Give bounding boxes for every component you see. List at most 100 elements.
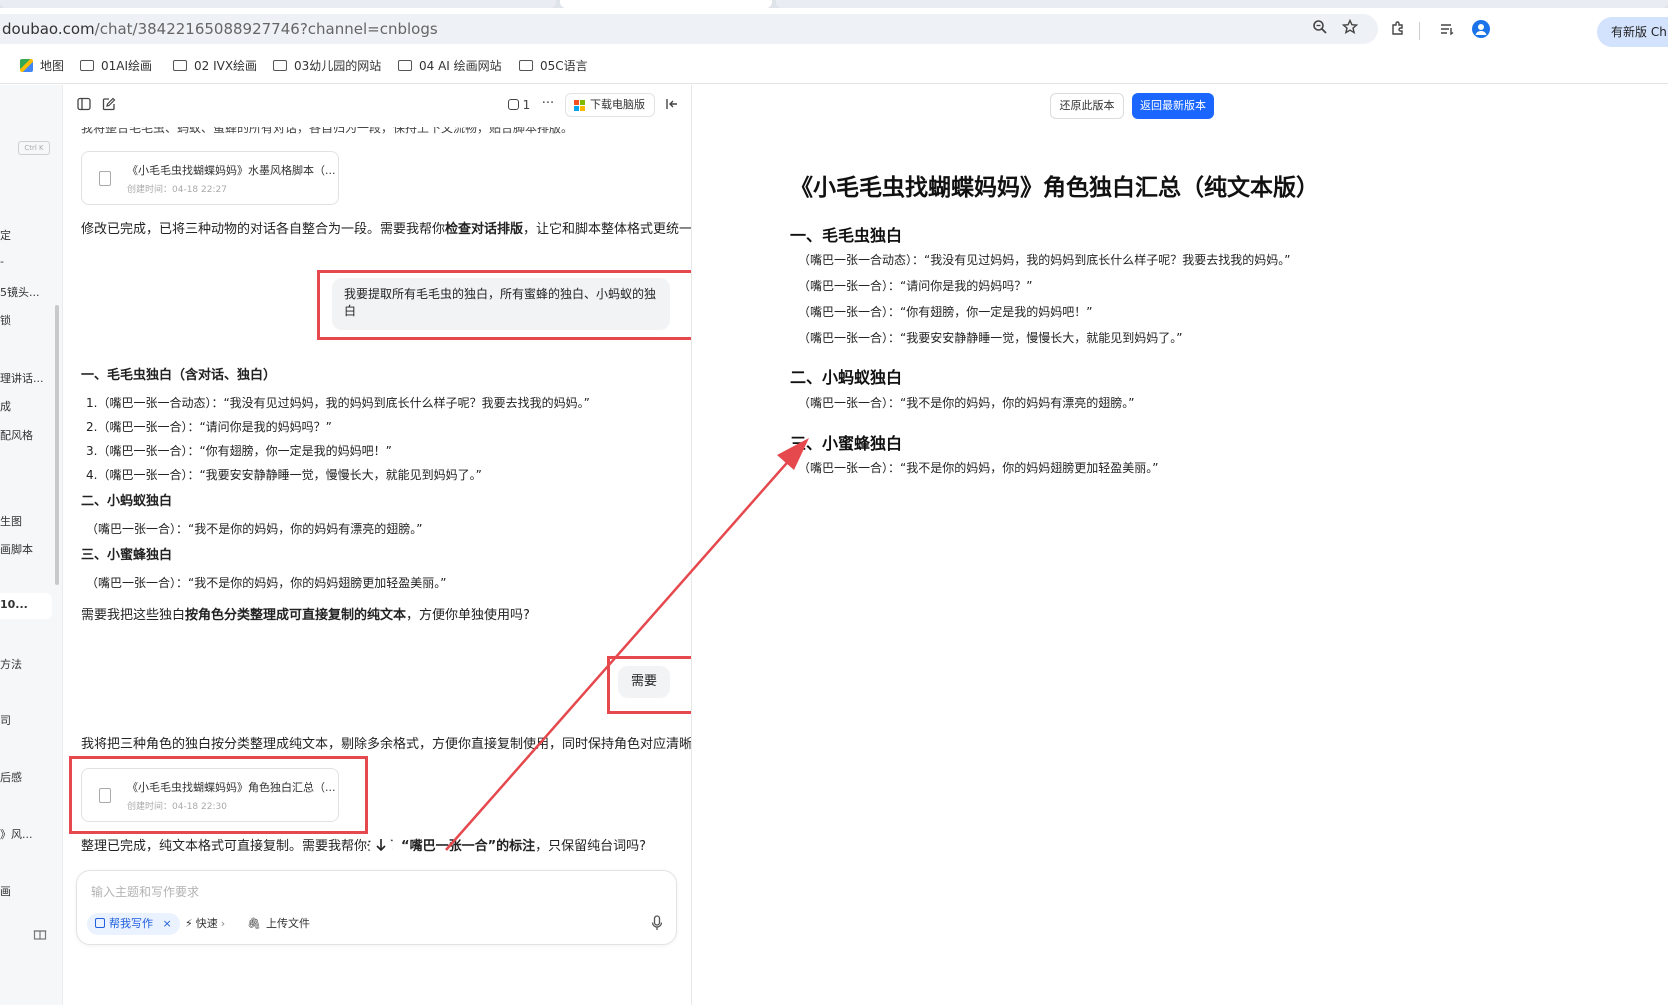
- annotation-box-document-card: [69, 756, 368, 834]
- history-sidebar: Ctrl K 定 - 5镜头... 锁 理讲话... 成 配风格 生图 画脚本 …: [0, 85, 63, 1005]
- tab-strip: [0, 0, 1668, 8]
- chevron-right-icon: ›: [220, 917, 226, 930]
- document-viewer: 还原此版本 返回最新版本 《小毛毛虫找蝴蝶妈妈》角色独白汇总（纯文本版） 一、毛…: [692, 85, 1668, 1005]
- history-item[interactable]: 配风格: [0, 427, 33, 443]
- bookmark-folder-03[interactable]: 03幼儿园的网站: [273, 57, 381, 75]
- message-text: ，让它和脚本整体格式更统一吗?: [523, 222, 692, 237]
- new-version-button[interactable]: 有新版 Ch: [1597, 17, 1668, 47]
- bookmark-label: 02 IVX绘画: [194, 59, 258, 73]
- history-item[interactable]: 生图: [0, 513, 22, 529]
- sidebar-scrollbar[interactable]: [55, 305, 59, 585]
- browser-tab-active[interactable]: [560, 0, 772, 8]
- card-date: 创建时间：04-18 22:27: [127, 185, 227, 195]
- list-item: 3.（嘴巴一张一合）：“你有翅膀，你一定是我的妈妈吧！”: [86, 444, 392, 458]
- document-line: （嘴巴一张一合动态）：“我没有见过妈妈，我的妈妈到底长什么样子呢？我要去找我的妈…: [798, 253, 1291, 267]
- bookmark-star-icon[interactable]: [1340, 18, 1360, 40]
- scroll-to-bottom-button[interactable]: [369, 835, 393, 859]
- write-mode-chip[interactable]: 帮我写作 ×: [87, 913, 180, 935]
- message-text: 修改已完成，已将三种动物的对话各自整合为一段。需要我帮你: [81, 222, 446, 237]
- url-text[interactable]: doubao.com/chat/38422165088927746?channe…: [2, 14, 438, 44]
- return-latest-version-button[interactable]: 返回最新版本: [1132, 93, 1214, 119]
- composer-placeholder: 输入主题和写作要求: [91, 885, 200, 899]
- document-icon: [99, 171, 111, 186]
- message-text: ，方便你单独使用吗?: [406, 608, 530, 623]
- chip-label: 快速: [195, 917, 218, 930]
- url-omnibox[interactable]: doubao.com/chat/38422165088927746?channe…: [0, 14, 1378, 44]
- list-item: 1.（嘴巴一张一合动态）：“我没有见过妈妈，我的妈妈到底长什么样子呢？我要去找我…: [86, 396, 590, 410]
- history-item[interactable]: 司: [0, 712, 11, 728]
- fast-mode-chip[interactable]: ⚡ 快速 ›: [185, 913, 225, 935]
- bookmark-label: 01AI绘画: [101, 59, 153, 73]
- new-chat-icon[interactable]: [100, 96, 118, 116]
- version-count[interactable]: 1: [506, 96, 532, 114]
- history-item[interactable]: 定: [0, 227, 11, 243]
- document-line: （嘴巴一张一合）：“我不是你的妈妈，你的妈妈翅膀更加轻盈美丽。”: [798, 461, 1159, 475]
- bookmarks-bar: 地图 01AI绘画 02 IVX绘画 03幼儿园的网站 04 AI 绘画网站 0…: [0, 48, 1668, 84]
- restore-version-button[interactable]: 还原此版本: [1050, 93, 1124, 119]
- url-host: doubao.com: [2, 20, 95, 38]
- section-title: 二、小蚂蚁独白: [81, 494, 173, 509]
- version-count-value: 1: [522, 98, 531, 112]
- section-title: 一、毛毛虫独白（含对话、独白）: [81, 368, 277, 383]
- list-item: 2.（嘴巴一张一合）：“请问你是我的妈妈吗？”: [86, 420, 332, 434]
- message-bold: 按角色分类整理成可直接复制的纯文本: [185, 608, 407, 623]
- history-item[interactable]: 》风...: [0, 826, 33, 842]
- zoom-icon[interactable]: [1310, 19, 1330, 40]
- bookmark-folder-05[interactable]: 05C语言: [519, 57, 588, 75]
- collapse-panel-icon[interactable]: [663, 96, 681, 116]
- bookmark-folder-02[interactable]: 02 IVX绘画: [173, 57, 257, 75]
- browser-tab[interactable]: [0, 0, 556, 8]
- document-card-script[interactable]: 《小毛毛虫找蝴蝶妈妈》水墨风格脚本（... 创建时间：04-18 22:27: [81, 151, 339, 205]
- history-item[interactable]: 后感: [0, 769, 22, 785]
- history-item[interactable]: 锁: [0, 312, 11, 328]
- bookmark-label: 03幼儿园的网站: [294, 59, 382, 73]
- bookmark-map[interactable]: 地图: [20, 57, 64, 75]
- profile-avatar-icon[interactable]: [1470, 20, 1492, 43]
- card-title: 《小毛毛虫找蝴蝶妈妈》水墨风格脚本（...: [127, 164, 336, 177]
- document-line: （嘴巴一张一合）：“我要安安静静睡一觉，慢慢长大，就能见到妈妈了。”: [798, 331, 1183, 345]
- document-section-heading: 二、小蚂蚁独白: [790, 368, 903, 387]
- list-item: 4.（嘴巴一张一合）：“我要安安静静睡一觉，慢慢长大，就能见到妈妈了。”: [86, 468, 482, 482]
- history-item[interactable]: 画: [0, 883, 11, 899]
- sidebar-toggle-icon[interactable]: [75, 96, 93, 116]
- history-item[interactable]: 方法: [0, 656, 22, 672]
- url-path: /chat/38422165088927746?channel=cnblogs: [94, 20, 438, 38]
- history-item[interactable]: 成: [0, 398, 11, 414]
- history-item[interactable]: -: [0, 255, 4, 268]
- message-composer[interactable]: 输入主题和写作要求 帮我写作 × ⚡ 快速 › 🖇 上传文件: [76, 870, 677, 945]
- download-desktop-button[interactable]: 下载电脑版: [565, 93, 655, 117]
- ai-message: 整理已完成，纯文本格式可直接复制。需要我帮你去掉“嘴巴一张一合”的标注，只保留纯…: [81, 838, 646, 856]
- bookmark-folder-04[interactable]: 04 AI 绘画网站: [398, 57, 502, 75]
- history-item[interactable]: 5镜头...: [0, 284, 40, 300]
- extensions-icon[interactable]: [1388, 21, 1408, 42]
- folder-icon: [519, 60, 533, 71]
- document-section-heading: 一、毛毛虫独白: [790, 226, 903, 245]
- message-text: 整理已完成，纯文本格式可直接复制。需要我帮你: [81, 839, 368, 854]
- search-shortcut-badge[interactable]: Ctrl K: [18, 141, 50, 155]
- address-bar: doubao.com/chat/38422165088927746?channe…: [0, 8, 1668, 48]
- more-menu-button[interactable]: ···: [539, 94, 557, 114]
- screen: doubao.com/chat/38422165088927746?channe…: [0, 0, 1668, 1005]
- ai-message: 需要我把这些独白按角色分类整理成可直接复制的纯文本，方便你单独使用吗?: [81, 607, 530, 625]
- history-item[interactable]: 画脚本: [0, 541, 33, 557]
- history-item-active[interactable]: 10...: [0, 598, 28, 611]
- write-icon: [95, 918, 105, 928]
- close-icon[interactable]: ×: [163, 917, 172, 930]
- monologue-line: （嘴巴一张一合）：“我不是你的妈妈，你的妈妈翅膀更加轻盈美丽。”: [86, 576, 447, 590]
- chat-panel: 1 ··· 下载电脑版 我将整合毛毛虫、蚂蚁、蜜蜂的所有对话，各自归为一段，保持…: [63, 85, 692, 1005]
- reading-list-icon[interactable]: [1437, 21, 1457, 42]
- version-icon: [507, 99, 519, 110]
- section-title: 三、小蜜蜂独白: [81, 548, 173, 563]
- microphone-icon[interactable]: [649, 915, 665, 936]
- history-item[interactable]: 理讲话...: [0, 370, 44, 386]
- ai-message: 我将把三种角色的独白按分类整理成纯文本，剔除多余格式，方便你直接复制使用，同时保…: [81, 737, 692, 752]
- bookmark-folder-01[interactable]: 01AI绘画: [80, 57, 152, 75]
- browser-tab[interactable]: [776, 0, 1668, 8]
- bookmark-label: 05C语言: [540, 59, 588, 73]
- chip-label: 帮我写作: [109, 917, 153, 930]
- chip-label: 上传文件: [265, 917, 310, 930]
- bookmark-label: 04 AI 绘画网站: [419, 59, 502, 73]
- gift-icon[interactable]: [32, 925, 48, 945]
- ai-message: 修改已完成，已将三种动物的对话各自整合为一段。需要我帮你检查对话排版，让它和脚本…: [81, 221, 692, 239]
- upload-file-button[interactable]: 🖇 上传文件: [247, 913, 310, 935]
